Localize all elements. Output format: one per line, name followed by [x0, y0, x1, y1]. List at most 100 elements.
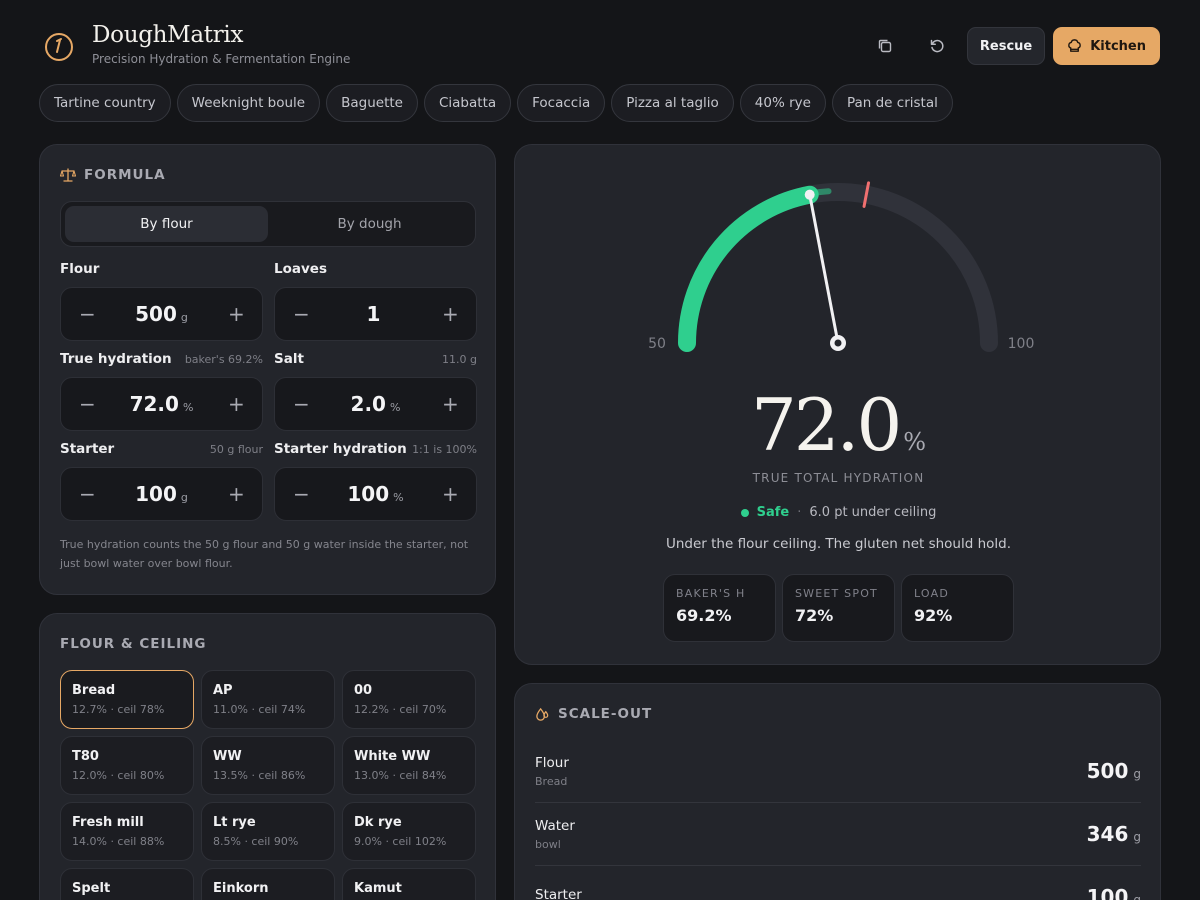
field-label: True hydration — [60, 351, 172, 367]
plus-icon[interactable]: + — [442, 484, 459, 504]
stepper-value[interactable]: 2.0 % — [351, 392, 401, 416]
plus-icon[interactable]: + — [442, 304, 459, 324]
stat-bakers-hydration: BAKER'S H 69.2% — [663, 574, 776, 642]
stat-label: LOAD — [914, 587, 949, 600]
minus-icon[interactable]: − — [79, 304, 96, 324]
starter-stepper: − 100 g + — [60, 467, 263, 521]
plus-icon[interactable]: + — [442, 394, 459, 414]
flour-name: White WW — [354, 749, 431, 764]
stepper-value[interactable]: 100 % — [347, 482, 403, 506]
flour-name: Einkorn — [213, 881, 269, 896]
hydration-gauge: 50 100 — [648, 181, 1034, 352]
stepper-value[interactable]: 100 g — [135, 482, 188, 506]
minus-icon[interactable]: − — [79, 484, 96, 504]
reset-button[interactable] — [915, 27, 959, 65]
flour-name: WW — [213, 749, 242, 764]
status-separator: · — [797, 505, 802, 520]
formula-title-text: FORMULA — [84, 167, 166, 183]
stepper-number: 500 — [135, 302, 177, 326]
flour-tile[interactable]: White WW 13.0% · ceil 84% — [342, 736, 476, 795]
preset-chip[interactable]: Ciabatta — [423, 84, 512, 122]
stepper-number: 1 — [366, 302, 381, 326]
field-label: Salt — [274, 351, 304, 367]
stepper-value[interactable]: 1 — [367, 302, 385, 326]
mode-by-flour-tab[interactable]: By flour — [65, 206, 268, 242]
flour-name: Kamut — [354, 881, 402, 896]
preset-chips: Tartine country Weeknight boule Baguette… — [39, 84, 953, 122]
flour-meta: 9.0% · ceil 102% — [354, 835, 447, 848]
flour-meta: 12.2% · ceil 70% — [354, 703, 447, 716]
scale-row-sub: bowl — [535, 837, 561, 851]
plus-icon[interactable]: + — [228, 394, 245, 414]
flour-meta: 12.0% · ceil 80% — [72, 769, 165, 782]
flour-field: Flour − 500 g + — [60, 261, 263, 341]
scale-row-value: 346 — [1086, 822, 1129, 846]
preset-chip[interactable]: Pizza al taglio — [611, 84, 734, 122]
scale-row-starter: Starter 100 g — [535, 866, 1141, 900]
scale-row-unit: g — [1133, 830, 1141, 844]
brand-name: DoughMatrix — [92, 22, 244, 48]
formula-title: FORMULA — [60, 167, 166, 183]
field-label: Starter hydration — [274, 441, 407, 457]
gauge-min-label: 50 — [648, 336, 666, 352]
starter-field: Starter 50 g flour − 100 g + — [60, 441, 263, 521]
stepper-number: 100 — [347, 482, 390, 506]
starter-hydration-stepper: − 100 % + — [274, 467, 477, 521]
kitchen-button[interactable]: Kitchen — [1053, 27, 1160, 65]
flour-tile[interactable]: Kamut — [342, 868, 476, 900]
stepper-number: 100 — [135, 482, 177, 506]
scale-row-unit: g — [1133, 893, 1141, 900]
clock-logo-icon — [45, 33, 73, 61]
scale-row-water: Water bowl 346 g — [535, 803, 1141, 866]
plus-icon[interactable]: + — [228, 304, 245, 324]
flour-tile[interactable]: 00 12.2% · ceil 70% — [342, 670, 476, 729]
stepper-unit: g — [180, 311, 188, 324]
preset-chip[interactable]: Tartine country — [39, 84, 171, 122]
brand: DoughMatrix Precision Hydration & Fermen… — [92, 22, 350, 66]
stepper-unit: % — [182, 401, 194, 414]
preset-chip[interactable]: Weeknight boule — [176, 84, 321, 122]
copy-button[interactable] — [863, 27, 907, 65]
preset-chip[interactable]: Baguette — [326, 84, 418, 122]
preset-chip[interactable]: Pan de cristal — [831, 84, 953, 122]
formula-note: True hydration counts the 50 g flour and… — [60, 538, 469, 570]
needle-hub-center — [834, 339, 842, 347]
flour-tile[interactable]: Bread 12.7% · ceil 78% — [60, 670, 194, 729]
minus-icon[interactable]: − — [293, 394, 310, 414]
stat-value: 92% — [914, 606, 953, 625]
flour-ceiling-title: FLOUR & CEILING — [60, 636, 207, 652]
flour-tile[interactable]: Spelt — [60, 868, 194, 900]
preset-chip[interactable]: 40% rye — [739, 84, 826, 122]
flour-name: AP — [213, 683, 233, 698]
rescue-button[interactable]: Rescue — [966, 27, 1046, 65]
flour-tile[interactable]: T80 12.0% · ceil 80% — [60, 736, 194, 795]
scale-row-flour: Flour Bread 500 g — [535, 740, 1141, 803]
stepper-unit: g — [180, 491, 188, 504]
flour-tile[interactable]: Einkorn — [201, 868, 335, 900]
minus-icon[interactable]: − — [293, 304, 310, 324]
flour-tile[interactable]: Dk rye 9.0% · ceil 102% — [342, 802, 476, 861]
flour-tile[interactable]: WW 13.5% · ceil 86% — [201, 736, 335, 795]
kitchen-label: Kitchen — [1090, 38, 1146, 54]
chef-hat-icon — [1068, 38, 1082, 52]
undo-icon — [930, 39, 944, 53]
scale-row-name: Starter — [535, 887, 582, 900]
field-label: Flour — [60, 261, 100, 277]
scale-row-sub: Bread — [535, 774, 568, 788]
stepper-value[interactable]: 72.0 % — [130, 392, 194, 416]
minus-icon[interactable]: − — [293, 484, 310, 504]
plus-icon[interactable]: + — [228, 484, 245, 504]
scale-row-value: 100 — [1086, 885, 1129, 900]
scale-out-title: SCALE-OUT — [535, 706, 652, 722]
mode-by-dough-tab[interactable]: By dough — [268, 206, 471, 242]
flour-tile[interactable]: AP 11.0% · ceil 74% — [201, 670, 335, 729]
stat-row: BAKER'S H 69.2% SWEET SPOT 72% LOAD 92% — [663, 574, 1014, 642]
flour-tile[interactable]: Lt rye 8.5% · ceil 90% — [201, 802, 335, 861]
mode-toggle: By flour By dough — [60, 201, 476, 247]
starter-hydration-field: Starter hydration 1:1 is 100% − 100 % + — [274, 441, 477, 521]
preset-chip[interactable]: Focaccia — [517, 84, 606, 122]
flour-tile[interactable]: Fresh mill 14.0% · ceil 88% — [60, 802, 194, 861]
stepper-value[interactable]: 500 g — [135, 302, 188, 326]
minus-icon[interactable]: − — [79, 394, 96, 414]
stat-sweet-spot: SWEET SPOT 72% — [782, 574, 895, 642]
